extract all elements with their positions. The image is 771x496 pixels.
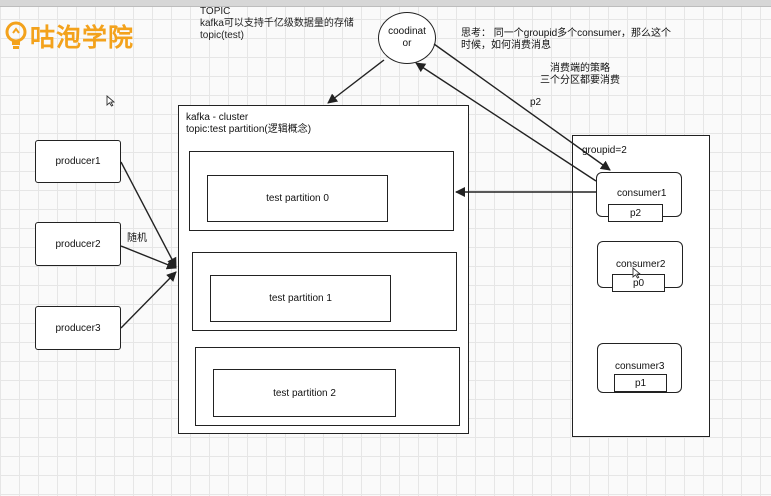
- arrow-producer2-cluster: [120, 245, 177, 270]
- arrow-producer1-cluster: [120, 161, 177, 268]
- arrow-coordinator-consumer1: [433, 43, 611, 171]
- arrows-layer: [120, 43, 611, 329]
- arrow-coordinator-cluster: [327, 59, 385, 104]
- arrow-consumer1-coordinator: [415, 62, 597, 182]
- mouse-pointer-icon: [106, 95, 115, 107]
- arrow-producer3-cluster: [120, 271, 177, 329]
- mouse-pointer-icon-2: [632, 267, 641, 279]
